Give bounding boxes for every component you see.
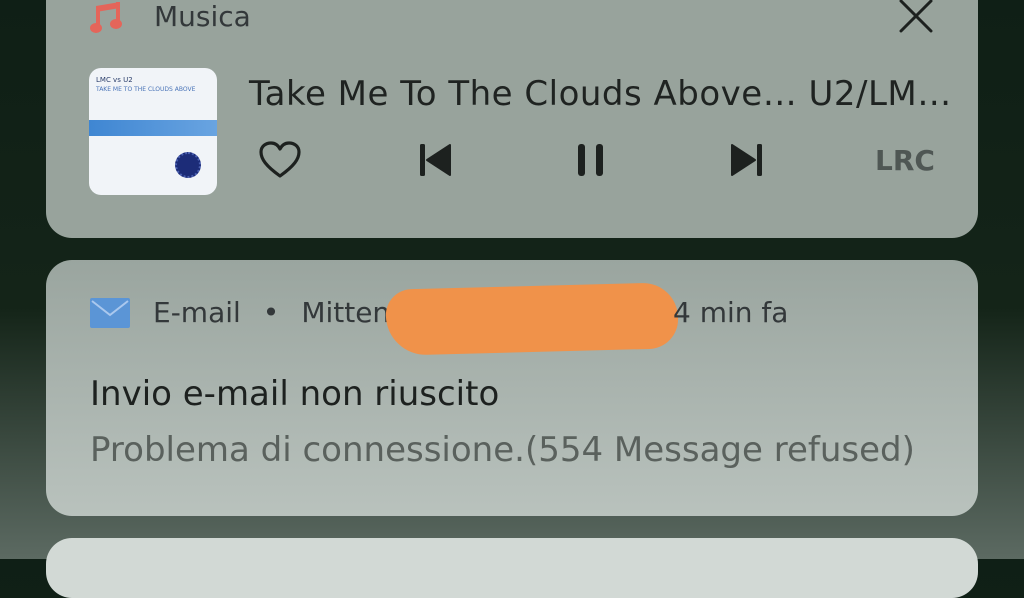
music-notification[interactable]: Musica LMC vs U2 TAKE ME TO THE CLOUDS A… — [46, 0, 978, 238]
email-body: Problema di connessione.(554 Message ref… — [90, 430, 915, 470]
header-separator: • — [262, 296, 280, 329]
close-icon[interactable] — [898, 0, 934, 34]
skip-previous-icon[interactable] — [416, 140, 454, 180]
next-notification[interactable] — [46, 538, 978, 598]
email-notification[interactable]: E-mail • Mittent 4 min fa Invio e-mail non… — [46, 260, 978, 516]
pause-icon[interactable] — [572, 140, 610, 180]
album-art-title: TAKE ME TO THE CLOUDS ABOVE — [96, 86, 196, 93]
music-app-name: Musica — [154, 0, 251, 33]
album-art: LMC vs U2 TAKE ME TO THE CLOUDS ABOVE — [89, 68, 217, 195]
album-art-artist: LMC vs U2 — [96, 76, 133, 84]
lyrics-button[interactable]: LRC — [875, 144, 935, 177]
heart-icon[interactable] — [258, 140, 302, 180]
skip-next-icon[interactable] — [728, 140, 766, 180]
mail-icon — [90, 298, 130, 328]
redaction-mark — [385, 282, 679, 356]
email-title: Invio e-mail non riuscito — [90, 374, 500, 414]
email-app-name: E-mail — [153, 296, 241, 329]
album-art-band — [89, 120, 217, 136]
music-note-icon — [90, 2, 122, 33]
track-title: Take Me To The Clouds Above… U2/LM… — [249, 74, 952, 114]
email-header: E-mail • Mittent — [153, 296, 401, 329]
album-art-emblem — [175, 152, 201, 178]
email-timestamp: 4 min fa — [673, 296, 789, 329]
